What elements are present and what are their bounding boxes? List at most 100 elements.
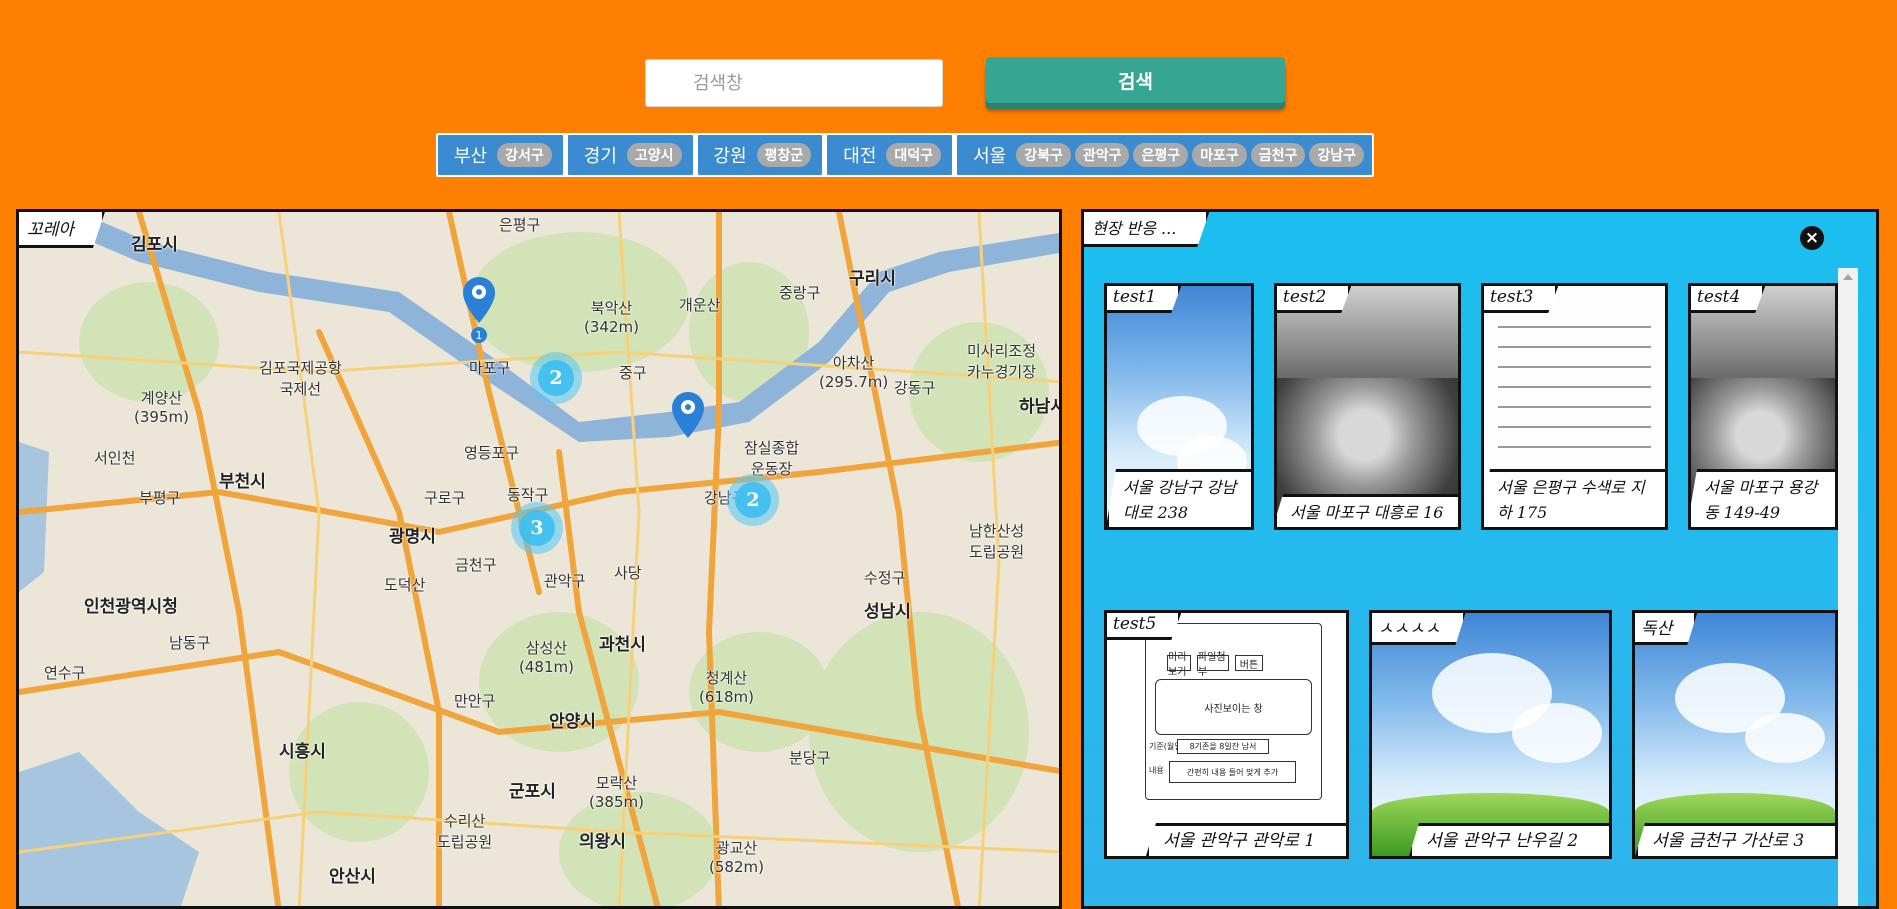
feed-card[interactable]: test3 서울 은평구 수색로 지하 175 xyxy=(1481,283,1668,530)
card-image xyxy=(1635,613,1835,856)
cluster-count: 2 xyxy=(538,360,574,396)
feed-panel-title: 현장 반응 ... xyxy=(1084,212,1209,247)
feed-card[interactable]: test4 서울 마포구 용강동 149-49 xyxy=(1688,283,1838,530)
card-title: test5 xyxy=(1107,613,1181,640)
feed-card[interactable]: 미리보기 파일첨부 버튼 사진보이는 창 기준(월일) 8기존을 8일잔 남서 … xyxy=(1104,610,1349,859)
map-label: 김포시 xyxy=(131,235,178,255)
region-group-gangwon[interactable]: 강원 평창군 xyxy=(697,135,823,175)
wire-label: 내용 xyxy=(1149,766,1164,775)
feed-scrollbar[interactable] xyxy=(1838,268,1858,906)
wire-field: 8기존을 8일잔 남서 xyxy=(1177,739,1269,754)
close-icon[interactable]: × xyxy=(1800,226,1824,250)
card-image xyxy=(1277,286,1458,527)
feed-card[interactable]: test1 서울 강남구 강남대로 238 xyxy=(1104,283,1254,530)
district-chip[interactable]: 마포구 xyxy=(1192,143,1247,167)
cluster-count: 3 xyxy=(519,510,555,546)
district-chip[interactable]: 금천구 xyxy=(1250,143,1306,167)
map-pin-icon[interactable] xyxy=(672,392,704,438)
feed-card[interactable]: 독산 서울 금천구 가산로 3 xyxy=(1632,610,1838,859)
map-label: 모락산 (385m) xyxy=(589,774,644,811)
map-pin-icon[interactable] xyxy=(463,277,495,323)
district-chip[interactable]: 고양시 xyxy=(626,143,682,167)
map-label: 잠실종합 운동장 xyxy=(744,439,800,478)
map-label: 광명시 xyxy=(389,527,436,547)
wire-field: 간편히 내용 들어 맞게 추가 xyxy=(1169,761,1296,783)
map-label: 군포시 xyxy=(509,782,556,802)
map-label: 인천광역시청 xyxy=(84,597,178,617)
region-name[interactable]: 부산 xyxy=(454,142,487,168)
map-label: 금천구 xyxy=(455,556,497,574)
card-title: test3 xyxy=(1484,286,1558,313)
card-image: 미리보기 파일첨부 버튼 사진보이는 창 기준(월일) 8기존을 8일잔 남서 … xyxy=(1107,613,1346,856)
card-title: test4 xyxy=(1691,286,1765,313)
district-chip[interactable]: 평창군 xyxy=(756,143,812,167)
map-label: 마포구 xyxy=(469,359,511,377)
wire-preview: 사진보이는 창 xyxy=(1155,679,1312,735)
map-label: 시흥시 xyxy=(279,742,326,762)
feed-card[interactable]: ㅅㅅㅅㅅ 서울 관악구 난우길 2 xyxy=(1369,610,1612,859)
map-label: 안산시 xyxy=(329,867,376,887)
district-chip[interactable]: 은평구 xyxy=(1133,143,1189,167)
card-address: 서울 마포구 대흥로 16 xyxy=(1277,494,1458,527)
district-chip[interactable]: 강북구 xyxy=(1016,143,1071,167)
map-label: 북악산 (342m) xyxy=(584,299,639,336)
map-label: 수정구 xyxy=(864,569,906,587)
card-title: test1 xyxy=(1107,286,1181,313)
district-chip[interactable]: 대덕구 xyxy=(886,143,942,167)
region-group-daejeon[interactable]: 대전 대덕구 xyxy=(827,135,953,175)
card-address: 서울 금천구 가산로 3 xyxy=(1635,823,1835,856)
map-label: 은평구 xyxy=(499,216,541,234)
region-name[interactable]: 경기 xyxy=(584,142,617,168)
card-address: 서울 관악구 관악로 1 xyxy=(1146,823,1346,856)
region-name[interactable]: 대전 xyxy=(843,142,876,168)
map-label: 계양산 (395m) xyxy=(134,389,189,426)
map-cluster-marker[interactable]: 2 xyxy=(727,474,779,526)
map-label: 분당구 xyxy=(789,749,831,767)
map-label: 부천시 xyxy=(219,472,266,492)
map-cluster-marker[interactable]: 2 xyxy=(530,352,582,404)
map-canvas[interactable] xyxy=(19,212,1062,909)
map-label: 영등포구 xyxy=(464,444,520,462)
map-label: 부평구 xyxy=(139,489,181,507)
wire-btn: 파일첨부 xyxy=(1197,652,1229,678)
region-group-gyeonggi[interactable]: 경기 고양시 xyxy=(567,135,693,175)
region-filter-bar: 부산 강서구 경기 고양시 강원 평창군 대전 대덕구 서울 강북구 관악구 은… xyxy=(436,133,1375,177)
card-address: 서울 강남구 강남대로 238 xyxy=(1107,469,1251,527)
map-cluster-marker[interactable]: 3 xyxy=(511,502,563,554)
search-input[interactable] xyxy=(645,59,943,107)
feed-card[interactable]: test2 서울 마포구 대흥로 16 xyxy=(1274,283,1461,530)
card-title: 독산 xyxy=(1635,613,1697,645)
map-label: 김포국제공항 국제선 xyxy=(259,359,342,398)
map-label: 만안구 xyxy=(454,692,496,710)
region-group-seoul[interactable]: 서울 강북구 관악구 은평구 마포구 금천구 강남구 xyxy=(957,135,1373,175)
pin-count-badge: 1 xyxy=(471,327,487,343)
card-title: test2 xyxy=(1277,286,1351,313)
region-name[interactable]: 서울 xyxy=(973,142,1006,168)
region-group-busan[interactable]: 부산 강서구 xyxy=(438,135,563,175)
map-label: 수리산 도립공원 xyxy=(437,812,493,851)
region-name[interactable]: 강원 xyxy=(714,142,747,168)
map-label: 관악구 xyxy=(544,572,586,590)
map-label: 청계산 (618m) xyxy=(699,669,754,706)
map-label: 남동구 xyxy=(169,634,211,652)
map-label: 아차산 (295.7m) xyxy=(819,354,889,391)
map-label: 삼성산 (481m) xyxy=(519,639,574,676)
map-label: 안양시 xyxy=(549,712,596,732)
cluster-count: 2 xyxy=(735,482,771,518)
card-image xyxy=(1372,613,1609,856)
search-button[interactable]: 검색 xyxy=(986,57,1285,103)
district-chip[interactable]: 관악구 xyxy=(1074,143,1130,167)
map-label: 구로구 xyxy=(424,489,466,507)
feed-panel: 현장 반응 ... × test1 서울 강남구 강남대로 238 test2 … xyxy=(1081,209,1879,909)
map-label: 연수구 xyxy=(44,664,86,682)
map-panel-title: 꼬레아 xyxy=(19,212,105,248)
map-label: 미사리조정 카누경기장 xyxy=(967,342,1037,381)
district-chip[interactable]: 강서구 xyxy=(497,143,552,167)
map-panel[interactable]: 꼬레아 김포시 은평구 구리시 북악산 (342m) 개운산 중랑구 하남시 마… xyxy=(16,209,1062,909)
card-address: 서울 마포구 용강동 149-49 xyxy=(1691,469,1835,527)
card-address: 서울 은평구 수색로 지하 175 xyxy=(1484,469,1665,527)
district-chip[interactable]: 강남구 xyxy=(1309,143,1365,167)
scroll-up-arrow-icon[interactable] xyxy=(1843,274,1853,280)
map-label: 의왕시 xyxy=(579,832,626,852)
map-label: 중구 xyxy=(619,364,647,382)
